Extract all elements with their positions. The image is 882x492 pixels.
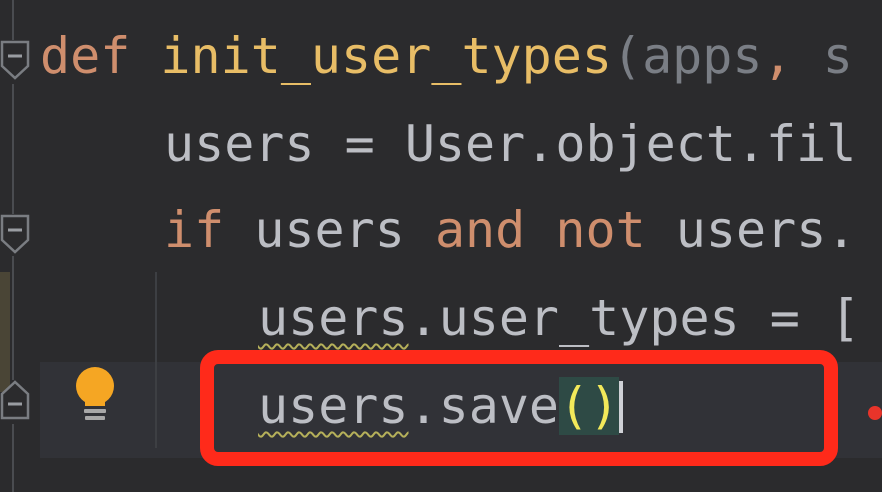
code-line-4[interactable]: users.user_types = [ xyxy=(258,288,860,348)
query-call: User.object.fil xyxy=(404,115,857,173)
change-marker-stripe xyxy=(0,272,10,392)
user-types-assignment: .user_types = [ xyxy=(408,289,861,347)
annotation-highlight-box xyxy=(200,350,838,466)
open-paren: ( xyxy=(611,27,643,85)
fold-marker-icon[interactable] xyxy=(0,40,30,80)
keyword-if: if xyxy=(164,201,225,259)
code-line-3[interactable]: if users and not users. xyxy=(164,200,856,260)
param-separator: , xyxy=(762,27,823,85)
keyword-and: and xyxy=(434,201,526,259)
variable-users-warning: users xyxy=(258,289,409,347)
variable-users: users xyxy=(164,115,315,173)
fold-guide-line xyxy=(12,84,14,214)
fold-marker-icon[interactable] xyxy=(0,214,30,254)
indent-guide xyxy=(155,272,157,448)
fold-guide-line xyxy=(12,424,14,492)
lightbulb-icon[interactable] xyxy=(72,366,118,424)
fold-guide-line xyxy=(12,256,14,380)
editor-gutter xyxy=(0,0,40,492)
fold-marker-icon[interactable] xyxy=(0,380,30,420)
variable-users-attr: users. xyxy=(675,201,857,259)
variable-users: users xyxy=(254,201,405,259)
assign-operator: = xyxy=(314,115,405,173)
keyword-not: not xyxy=(555,201,646,259)
annotation-dot xyxy=(868,406,882,420)
code-line-1[interactable]: def init_user_types(apps, s xyxy=(40,26,853,86)
parameter-truncated: s xyxy=(822,27,853,85)
code-line-2[interactable]: users = User.object.fil xyxy=(164,114,856,174)
fold-guide-line xyxy=(12,0,14,40)
code-editor[interactable]: def init_user_types(apps, s users = User… xyxy=(0,0,882,492)
parameter-apps: apps xyxy=(642,27,763,85)
function-name: init_user_types xyxy=(160,27,612,85)
keyword-def: def xyxy=(40,27,131,85)
